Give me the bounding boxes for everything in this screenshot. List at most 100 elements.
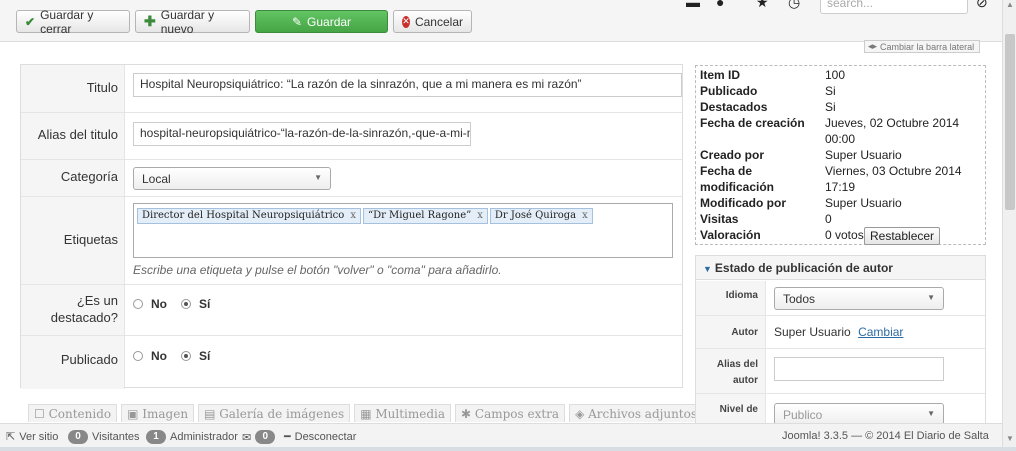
search-input[interactable]: search...	[820, 0, 968, 14]
scroll-down-icon[interactable]: ▼	[1006, 434, 1014, 443]
logout-label: Desconectar	[294, 430, 357, 443]
tags-row: Etiquetas Director del Hospital Neuropsi…	[21, 197, 682, 285]
panel-header[interactable]: ▼ Estado de publicación de autor	[696, 256, 985, 280]
visitors-label: Visitantes	[92, 431, 140, 443]
author-alias-row: Alias del autor	[696, 349, 985, 394]
tag-label: Director del Hospital Neuropsiquiátrico	[142, 210, 345, 221]
chevron-down-icon: ▼	[927, 293, 935, 302]
remove-tag-icon[interactable]: x	[477, 210, 483, 221]
tag-label: Dr José Quiroga	[494, 210, 577, 221]
author-alias-label-line2: autor	[733, 375, 758, 386]
featured-label-line1: ¿Es un	[76, 293, 118, 308]
save-new-label: Guardar y nuevo	[160, 7, 215, 36]
published-yes-radio[interactable]	[181, 351, 191, 361]
tab-label: Campos extra	[474, 407, 560, 421]
tag-chip[interactable]: “Dr Miguel Ragone” x	[362, 208, 488, 224]
content-tabs: ☐ Contenido ▣ Imagen ▤ Galería de imágen…	[28, 404, 704, 422]
alias-row: Alias del titulo hospital-neuropsiquiátr…	[21, 113, 682, 160]
tab-label: Galería de imágenes	[219, 407, 345, 421]
info-value: Jueves, 02 Octubre 2014	[825, 116, 960, 130]
monitor-icon[interactable]: ▬	[686, 0, 700, 10]
reset-rating-button[interactable]: Restablecer	[864, 227, 941, 245]
published-label: Publicado	[21, 336, 125, 389]
info-key: Fecha de	[700, 164, 753, 178]
user-icon[interactable]: ●	[716, 0, 724, 10]
category-value: Local	[142, 172, 171, 186]
save-label: Guardar	[307, 14, 352, 29]
tab-label: Imagen	[142, 407, 189, 421]
logout-link[interactable]: ━ Desconectar	[284, 430, 357, 444]
toggle-sidebar-button[interactable]: ◂▸ Cambiar la barra lateral	[864, 40, 980, 53]
info-key: Item ID	[700, 68, 741, 82]
star-icon[interactable]: ★	[756, 0, 769, 11]
category-row: Categoría Local ▼	[21, 160, 682, 197]
change-author-link[interactable]: Cambiar	[858, 325, 903, 339]
item-form: Titulo Hospital Neuropsiquiátrico: “La r…	[20, 64, 683, 389]
info-value: Si	[825, 100, 836, 114]
tab-galeria[interactable]: ▤ Galería de imágenes	[198, 404, 351, 422]
external-link-icon: ⇱	[6, 431, 16, 443]
language-select[interactable]: Todos ▼	[774, 287, 944, 310]
save-close-button[interactable]: ✔ Guardar y cerrar	[16, 8, 130, 36]
featured-yes-label: Sí	[199, 297, 211, 311]
info-value: 17:19	[825, 180, 856, 194]
category-select[interactable]: Local ▼	[133, 167, 331, 190]
view-site-link[interactable]: ⇱ Ver sitio	[6, 430, 58, 444]
visitors-status: 0 Visitantes	[68, 430, 140, 444]
alias-input[interactable]: hospital-neuropsiquiátrico-“la-razón-de-…	[133, 122, 471, 146]
remove-tag-icon[interactable]: x	[350, 210, 356, 221]
vertical-scrollbar[interactable]: ▲ ▼	[1002, 0, 1016, 451]
tab-campos-extra[interactable]: ✱ Campos extra	[455, 404, 566, 422]
save-button[interactable]: ✎ Guardar	[255, 10, 388, 33]
toolbar: ✔ Guardar y cerrar ✚ Guardar y nuevo ✎ G…	[0, 0, 1002, 42]
document-icon: ☐	[34, 407, 49, 421]
featured-label-line2: destacado?	[50, 310, 118, 325]
info-key: Publicado	[700, 84, 758, 98]
tags-input[interactable]: Director del Hospital Neuropsiquiátrico x…	[133, 203, 673, 258]
info-value: Super Usuario	[825, 196, 902, 210]
scroll-thumb[interactable]	[1005, 34, 1015, 210]
minus-icon: ━	[284, 431, 291, 443]
published-no-label: No	[151, 349, 167, 363]
tab-archivos[interactable]: ◈ Archivos adjuntos	[569, 404, 704, 422]
info-key: Destacados	[700, 100, 768, 114]
scroll-up-icon[interactable]: ▲	[1006, 0, 1014, 9]
tag-chip[interactable]: Dr José Quiroga x	[489, 208, 593, 224]
tab-label: Contenido	[48, 407, 112, 421]
author-alias-label: Alias del autor	[696, 349, 766, 393]
taskbar-edge	[0, 447, 1016, 451]
cancel-button[interactable]: ✕ Cancelar	[393, 10, 472, 33]
featured-no-label: No	[151, 297, 167, 311]
envelope-icon: ✉	[242, 431, 252, 444]
published-radio-group: No Sí	[133, 349, 210, 363]
tab-imagen[interactable]: ▣ Imagen	[121, 404, 195, 422]
tag-chip[interactable]: Director del Hospital Neuropsiquiátrico x	[137, 208, 361, 224]
toggle-sidebar-label: Cambiar la barra lateral	[880, 41, 975, 52]
featured-label: ¿Es un destacado?	[21, 285, 125, 335]
image-icon: ▣	[127, 407, 143, 421]
chevron-down-icon: ▼	[927, 409, 935, 418]
messages-badge: 0	[255, 430, 276, 444]
info-key: Modificado por	[700, 196, 786, 210]
info-value: 100	[825, 68, 846, 82]
published-row: Publicado No Sí	[21, 336, 682, 389]
remove-tag-icon[interactable]: x	[582, 210, 588, 221]
featured-yes-radio[interactable]	[181, 299, 191, 309]
featured-no-radio[interactable]	[133, 299, 143, 309]
messages-status[interactable]: ✉ 0	[242, 430, 276, 444]
edit-icon: ✎	[291, 14, 303, 29]
author-alias-input[interactable]	[774, 357, 944, 381]
language-label: Idioma	[696, 281, 766, 315]
arrows-icon: ◂▸	[868, 41, 878, 51]
save-new-button[interactable]: ✚ Guardar y nuevo	[135, 7, 250, 36]
title-input[interactable]: Hospital Neuropsiquiátrico: “La razón de…	[133, 73, 682, 97]
tab-multimedia[interactable]: ▦ Multimedia	[354, 404, 452, 422]
info-value: 00:00	[825, 132, 856, 146]
check-circle-icon[interactable]: ⊘	[976, 0, 988, 11]
clock-icon[interactable]: ◷	[788, 0, 800, 11]
tags-label: Etiquetas	[21, 197, 125, 284]
published-no-radio[interactable]	[133, 351, 143, 361]
admin-status: 1 Administrador	[146, 430, 238, 444]
tab-contenido[interactable]: ☐ Contenido	[28, 404, 118, 422]
info-value: Si	[825, 84, 836, 98]
